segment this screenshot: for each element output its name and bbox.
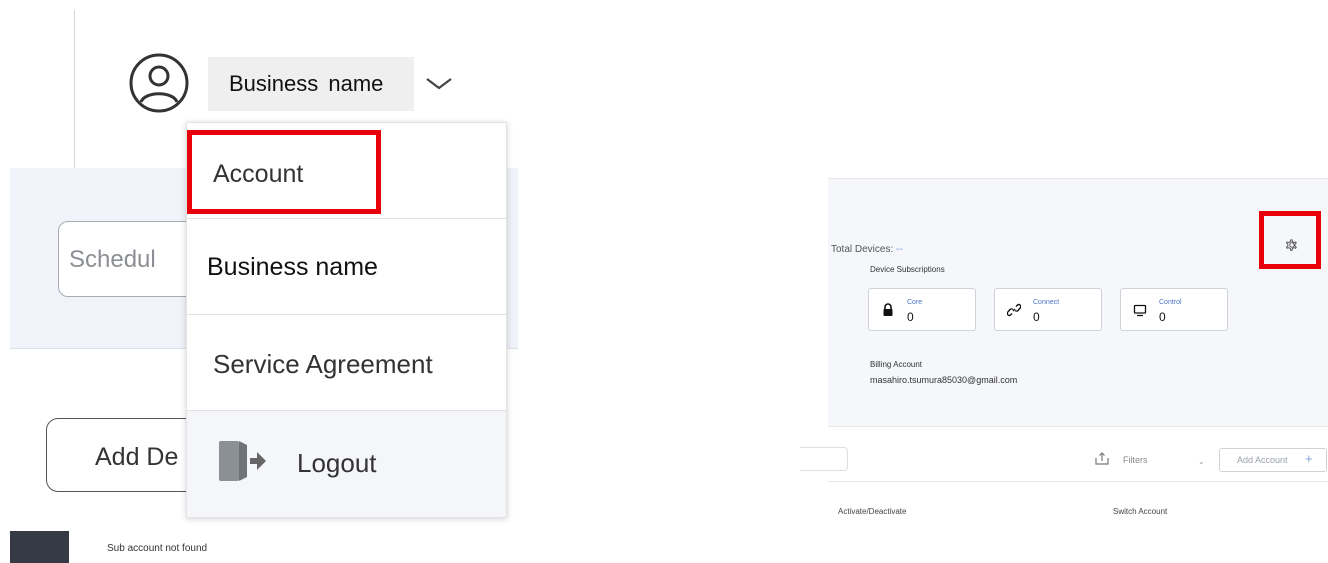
export-icon[interactable]: [1094, 452, 1110, 466]
monitor-icon: [1133, 304, 1147, 317]
business-name-selector[interactable]: Business name: [208, 57, 414, 111]
billing-account-label: Billing Account: [870, 360, 923, 369]
user-avatar-icon[interactable]: [128, 52, 190, 114]
menu-item-label: Logout: [297, 448, 377, 478]
add-account-button[interactable]: Add Account +: [1219, 448, 1327, 472]
menu-item-service-agreement[interactable]: Service Agreement: [187, 315, 506, 411]
highlight-box-account: [187, 130, 381, 214]
lock-icon: [883, 303, 893, 316]
filters-dropdown[interactable]: Filters: [1123, 455, 1148, 465]
logout-icon: [219, 441, 266, 481]
divider-line: [74, 10, 75, 168]
menu-item-label: Service Agreement: [213, 349, 433, 379]
search-input[interactable]: [800, 447, 848, 471]
subscription-card-connect: Connect 0: [994, 288, 1102, 331]
link-icon: [1007, 303, 1021, 317]
menu-item-logout[interactable]: Logout: [187, 411, 506, 517]
column-header-switch-account: Switch Account: [1113, 507, 1168, 516]
device-subscriptions-label: Device Subscriptions: [870, 265, 945, 274]
sub-account-empty-message: Sub account not found: [107, 543, 208, 554]
business-name-label: Business name: [229, 71, 384, 96]
subscription-card-core: Core 0: [868, 288, 976, 331]
chevron-down-icon[interactable]: ⌄: [1198, 457, 1205, 466]
billing-account-email: masahiro.tsumura85030@gmail.com: [870, 375, 1018, 385]
total-devices: Total Devices: --: [831, 244, 903, 255]
subscription-card-control: Control 0: [1120, 288, 1228, 331]
dark-thumbnail: [10, 531, 69, 563]
highlight-box-gear: [1259, 211, 1321, 269]
plus-icon: +: [1305, 451, 1313, 466]
menu-item-business-name[interactable]: Business name: [187, 219, 506, 315]
menu-item-label: Business name: [207, 253, 378, 281]
column-header-activate: Activate/Deactivate: [838, 507, 907, 516]
chevron-down-icon[interactable]: [424, 76, 454, 92]
divider-line: [828, 481, 1328, 482]
